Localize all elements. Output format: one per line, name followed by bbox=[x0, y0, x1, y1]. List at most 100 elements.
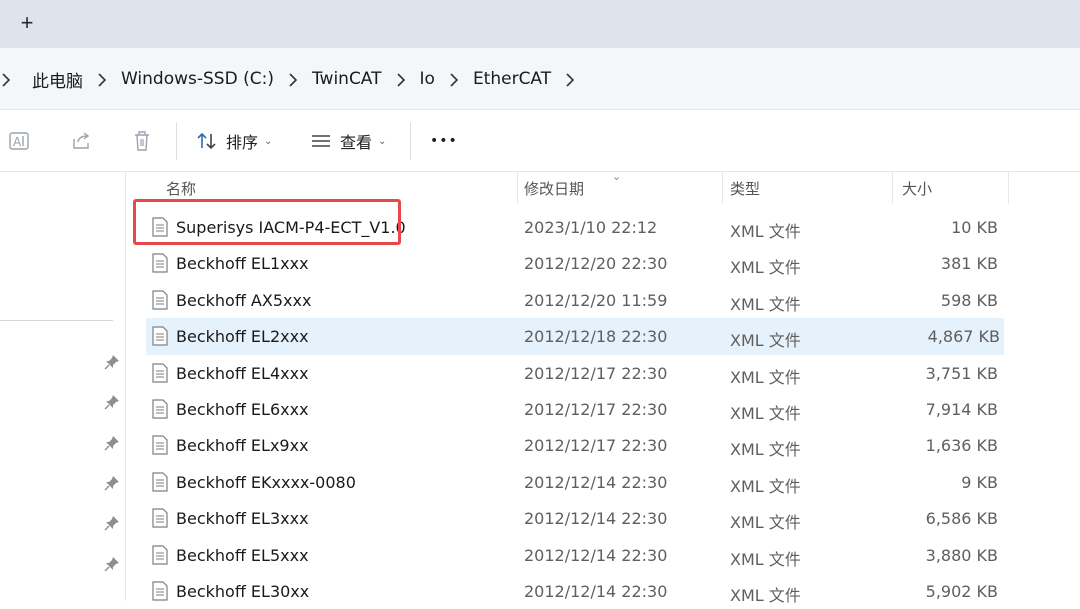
file-type: XML 文件 bbox=[730, 476, 801, 496]
breadcrumb: 此电脑 Windows-SSD (C:) TwinCAT Io EtherCAT bbox=[0, 48, 587, 110]
chevron-right-icon[interactable] bbox=[553, 69, 587, 90]
pin-icon[interactable] bbox=[104, 354, 120, 370]
table-row[interactable]: Beckhoff EKxxxx-0080 2012/12/14 22:30 XM… bbox=[126, 464, 1080, 500]
xml-file-icon bbox=[152, 544, 168, 565]
command-bar: A 排序 ⌄ 查看 ⌄ ••• bbox=[0, 110, 1080, 172]
rename-button[interactable]: A bbox=[9, 126, 31, 156]
file-type: XML 文件 bbox=[730, 585, 801, 605]
file-date: 2012/12/14 22:30 bbox=[524, 472, 668, 492]
file-list: Superisys IACM-P4-ECT_V1.0 2023/1/10 22:… bbox=[126, 209, 1080, 609]
file-type: XML 文件 bbox=[730, 294, 801, 314]
file-name: Beckhoff AX5xxx bbox=[176, 290, 312, 310]
delete-button[interactable] bbox=[132, 126, 152, 156]
pin-icon[interactable] bbox=[104, 435, 120, 451]
file-size: 3,751 KB bbox=[925, 363, 998, 383]
file-size: 1,636 KB bbox=[925, 436, 998, 456]
file-date: 2023/1/10 22:12 bbox=[524, 218, 658, 237]
trash-icon bbox=[135, 131, 149, 151]
chevron-right-icon[interactable] bbox=[437, 69, 471, 90]
file-size: 4,867 KB bbox=[927, 327, 1000, 347]
file-name: Beckhoff EL6xxx bbox=[176, 399, 309, 419]
plus-icon[interactable]: + bbox=[16, 12, 38, 34]
tab-bar: + bbox=[0, 0, 1080, 48]
file-type: XML 文件 bbox=[730, 440, 801, 460]
xml-file-icon bbox=[152, 472, 168, 492]
view-button[interactable]: 查看 ⌄ bbox=[310, 126, 386, 156]
chevron-down-icon: ⌄ bbox=[378, 135, 387, 147]
more-options-button[interactable]: ••• bbox=[430, 126, 458, 156]
file-size: 598 KB bbox=[940, 290, 998, 310]
table-row[interactable]: Beckhoff EL1xxx 2012/12/20 22:30 XML 文件 … bbox=[126, 245, 1080, 281]
breadcrumb-item-twincat[interactable]: TwinCAT bbox=[310, 69, 384, 89]
breadcrumb-item-ethercat[interactable]: EtherCAT bbox=[471, 69, 553, 89]
file-name: Beckhoff EL4xxx bbox=[176, 363, 309, 383]
table-row[interactable]: Beckhoff EL4xxx 2012/12/17 22:30 XML 文件 … bbox=[126, 355, 1080, 391]
file-date: 2012/12/17 22:30 bbox=[524, 436, 668, 456]
chevron-right-icon[interactable] bbox=[85, 69, 119, 90]
file-size: 7,914 KB bbox=[925, 399, 998, 419]
column-type-header[interactable]: 类型 bbox=[730, 178, 760, 199]
xml-file-icon bbox=[152, 362, 168, 383]
toolbar-divider bbox=[176, 122, 177, 160]
sort-icon bbox=[197, 132, 216, 150]
xml-file-icon bbox=[152, 581, 168, 601]
column-divider[interactable] bbox=[892, 172, 893, 204]
share-icon bbox=[73, 132, 90, 149]
chevron-down-icon: ⌄ bbox=[264, 135, 273, 147]
navigation-pane bbox=[0, 172, 126, 601]
file-size: 10 KB bbox=[951, 218, 998, 237]
file-type: XML 文件 bbox=[730, 549, 801, 569]
file-name: Beckhoff ELx9xx bbox=[176, 436, 309, 456]
pin-icon[interactable] bbox=[104, 515, 120, 531]
column-date-header[interactable]: 修改日期 bbox=[524, 178, 584, 199]
rename-icon: A bbox=[9, 132, 29, 150]
column-divider[interactable] bbox=[722, 172, 723, 204]
address-bar[interactable]: 此电脑 Windows-SSD (C:) TwinCAT Io EtherCAT bbox=[0, 48, 1080, 110]
nav-divider bbox=[0, 320, 113, 321]
sort-button[interactable]: 排序 ⌄ bbox=[196, 126, 272, 156]
file-name: Beckhoff EL30xx bbox=[176, 581, 310, 601]
file-size: 6,586 KB bbox=[925, 509, 998, 529]
file-type: XML 文件 bbox=[730, 222, 801, 241]
file-date: 2012/12/14 22:30 bbox=[524, 509, 668, 529]
file-size: 5,902 KB bbox=[925, 581, 998, 601]
chevron-right-icon[interactable] bbox=[384, 69, 418, 90]
share-button[interactable] bbox=[71, 126, 93, 156]
xml-file-icon bbox=[152, 399, 168, 419]
table-row[interactable]: Beckhoff AX5xxx 2012/12/20 11:59 XML 文件 … bbox=[126, 282, 1080, 318]
toolbar-divider bbox=[410, 122, 411, 160]
column-divider[interactable] bbox=[517, 172, 518, 204]
breadcrumb-item-io[interactable]: Io bbox=[418, 69, 437, 89]
table-row[interactable]: Beckhoff EL5xxx 2012/12/14 22:30 XML 文件 … bbox=[126, 537, 1080, 573]
file-type: XML 文件 bbox=[730, 258, 801, 278]
column-name-header[interactable]: 名称 bbox=[166, 178, 196, 199]
file-date: 2012/12/18 22:30 bbox=[524, 327, 668, 347]
xml-file-icon bbox=[152, 435, 168, 455]
table-row-selected[interactable]: Beckhoff EL2xxx 2012/12/18 22:30 XML 文件 … bbox=[146, 318, 1004, 355]
chevron-right-icon[interactable] bbox=[276, 69, 310, 90]
xml-file-icon bbox=[152, 290, 168, 310]
highlight-box bbox=[133, 199, 401, 245]
file-name: Beckhoff EL1xxx bbox=[176, 254, 309, 274]
pin-icon[interactable] bbox=[104, 394, 120, 410]
file-date: 2012/12/20 22:30 bbox=[524, 254, 668, 274]
view-list-icon bbox=[312, 135, 330, 147]
file-type: XML 文件 bbox=[730, 331, 801, 351]
table-row[interactable]: Beckhoff ELx9xx 2012/12/17 22:30 XML 文件 … bbox=[126, 427, 1080, 463]
file-date: 2012/12/14 22:30 bbox=[524, 581, 668, 601]
breadcrumb-item-drive[interactable]: Windows-SSD (C:) bbox=[119, 69, 276, 89]
file-type: XML 文件 bbox=[730, 403, 801, 423]
column-divider[interactable] bbox=[1008, 172, 1009, 204]
column-size-header[interactable]: 大小 bbox=[902, 178, 932, 199]
table-row[interactable]: Beckhoff EL3xxx 2012/12/14 22:30 XML 文件 … bbox=[126, 500, 1080, 536]
table-row[interactable]: Beckhoff EL6xxx 2012/12/17 22:30 XML 文件 … bbox=[126, 391, 1080, 427]
table-row[interactable]: Beckhoff EL30xx 2012/12/14 22:30 XML 文件 … bbox=[126, 573, 1080, 609]
file-size: 9 KB bbox=[961, 472, 998, 492]
file-type: XML 文件 bbox=[730, 513, 801, 533]
breadcrumb-item-this-pc[interactable]: 此电脑 bbox=[30, 67, 85, 92]
pin-icon[interactable] bbox=[104, 475, 120, 491]
file-date: 2012/12/17 22:30 bbox=[524, 363, 668, 383]
file-date: 2012/12/20 11:59 bbox=[524, 290, 668, 310]
pin-icon[interactable] bbox=[104, 556, 120, 572]
chevron-right-icon[interactable] bbox=[0, 69, 12, 90]
